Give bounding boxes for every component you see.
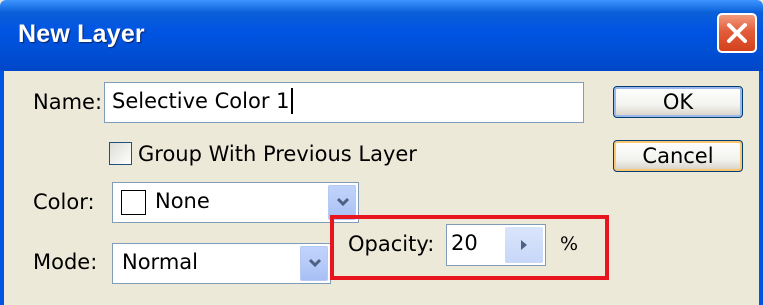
mode-dropdown[interactable]: Normal xyxy=(112,243,331,284)
name-label: Name: xyxy=(33,90,103,114)
close-button[interactable] xyxy=(717,13,757,53)
color-swatch xyxy=(121,190,146,215)
opacity-highlight-box xyxy=(330,215,609,280)
title-bar: New Layer xyxy=(0,0,763,71)
close-icon xyxy=(727,23,747,43)
mode-value: Normal xyxy=(122,250,198,274)
mode-label: Mode: xyxy=(33,250,98,274)
chevron-down-icon xyxy=(308,258,322,268)
mode-dropdown-arrow[interactable] xyxy=(300,246,328,281)
cancel-button-label: Cancel xyxy=(642,144,714,168)
name-input[interactable]: Selective Color 1 xyxy=(104,82,584,123)
name-value: Selective Color 1 xyxy=(112,89,290,113)
cancel-button[interactable]: Cancel xyxy=(613,140,743,172)
ok-button[interactable]: OK xyxy=(613,86,743,118)
group-with-previous-label: Group With Previous Layer xyxy=(138,142,417,166)
color-value: None xyxy=(155,189,210,213)
window-title: New Layer xyxy=(18,20,145,48)
group-with-previous-checkbox[interactable] xyxy=(109,142,132,165)
chevron-down-icon xyxy=(336,197,350,207)
color-dropdown[interactable]: None xyxy=(112,182,359,223)
text-caret xyxy=(290,88,293,114)
color-label: Color: xyxy=(33,190,95,214)
ok-button-label: OK xyxy=(662,90,694,114)
